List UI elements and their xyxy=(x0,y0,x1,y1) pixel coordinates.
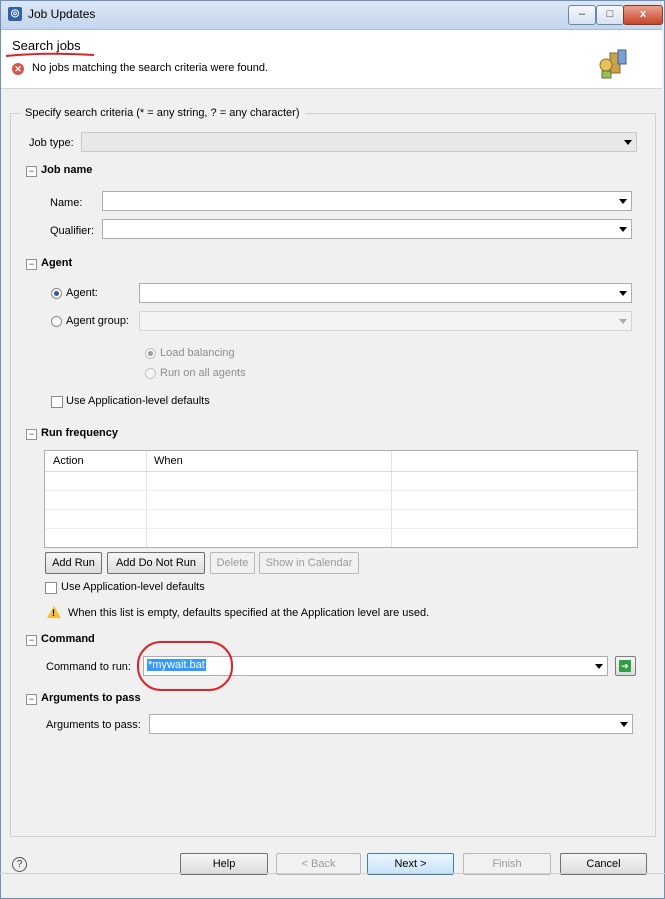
collapse-icon[interactable]: − xyxy=(26,635,37,646)
minimize-button[interactable]: – xyxy=(568,5,596,25)
cancel-button[interactable]: Cancel xyxy=(560,853,647,875)
chevron-down-icon xyxy=(619,227,627,232)
run-on-all-agents-radio[interactable] xyxy=(145,368,156,379)
name-combo[interactable] xyxy=(102,191,632,211)
arguments-label: Arguments to pass: xyxy=(46,719,141,731)
help-button[interactable]: Help xyxy=(180,853,268,875)
close-button[interactable]: x xyxy=(623,5,663,25)
column-divider xyxy=(391,451,392,547)
page-title: Search jobs xyxy=(12,38,81,53)
show-in-calendar-button[interactable]: Show in Calendar xyxy=(259,552,359,574)
run-frequency-section-title: Run frequency xyxy=(41,427,119,439)
finish-button[interactable]: Finish xyxy=(463,853,551,875)
add-run-button[interactable]: Add Run xyxy=(45,552,102,574)
chevron-down-icon xyxy=(619,199,627,204)
command-section-title: Command xyxy=(41,633,95,645)
wizard-header xyxy=(1,30,662,89)
agent-app-defaults-label: Use Application-level defaults xyxy=(66,395,210,407)
table-row xyxy=(45,490,637,491)
back-button[interactable]: < Back xyxy=(276,853,361,875)
collapse-icon[interactable]: − xyxy=(26,259,37,270)
command-label: Command to run: xyxy=(46,661,131,673)
chevron-down-icon xyxy=(624,140,632,145)
column-divider xyxy=(146,451,147,547)
run-app-defaults-label: Use Application-level defaults xyxy=(61,581,205,593)
table-row xyxy=(45,528,637,529)
chevron-down-icon xyxy=(619,319,627,324)
run-frequency-table[interactable]: Action When xyxy=(44,450,638,548)
agent-section-title: Agent xyxy=(41,257,73,269)
run-app-defaults-checkbox[interactable] xyxy=(45,582,57,594)
job-name-section-title: Job name xyxy=(41,164,93,176)
chevron-down-icon xyxy=(595,664,603,669)
qualifier-label: Qualifier: xyxy=(50,225,95,237)
arguments-combo[interactable] xyxy=(149,714,633,734)
table-row xyxy=(45,509,637,510)
browse-command-button[interactable]: ➔ xyxy=(615,656,636,676)
agent-group-radio[interactable] xyxy=(51,316,62,327)
app-icon: ◎ xyxy=(8,7,22,21)
run-on-all-agents-label: Run on all agents xyxy=(160,367,246,379)
title-bar[interactable] xyxy=(1,1,662,30)
qualifier-combo[interactable] xyxy=(102,219,632,239)
agent-group-combo[interactable] xyxy=(139,311,632,331)
name-label: Name: xyxy=(50,197,83,209)
header-divider xyxy=(45,471,637,472)
help-icon[interactable]: ? xyxy=(12,857,27,872)
search-criteria-legend: Specify search criteria (* = any string,… xyxy=(20,107,305,119)
window-title: Job Updates xyxy=(28,7,96,21)
title-underline-annotation xyxy=(5,52,95,57)
chevron-down-icon xyxy=(620,722,628,727)
column-header-action[interactable]: Action xyxy=(45,451,146,471)
delete-button[interactable]: Delete xyxy=(210,552,255,574)
load-balancing-label: Load balancing xyxy=(160,347,235,359)
add-do-not-run-button[interactable]: Add Do Not Run xyxy=(107,552,205,574)
agent-group-radio-label: Agent group: xyxy=(66,315,129,327)
agent-radio-label: Agent: xyxy=(66,287,98,299)
footer-divider xyxy=(0,873,665,874)
arrow-right-icon: ➔ xyxy=(619,660,631,672)
run-frequency-warning: When this list is empty, defaults specif… xyxy=(68,607,430,619)
command-highlight-annotation xyxy=(137,641,233,691)
collapse-icon[interactable]: − xyxy=(26,694,37,705)
job-type-label: Job type: xyxy=(29,137,74,149)
arguments-section-title: Arguments to pass xyxy=(41,692,141,704)
error-message: No jobs matching the search criteria wer… xyxy=(32,62,269,74)
warning-icon-mark: ! xyxy=(52,608,55,618)
column-header-when[interactable]: When xyxy=(146,451,391,471)
agent-app-defaults-checkbox[interactable] xyxy=(51,396,63,408)
chevron-down-icon xyxy=(619,291,627,296)
load-balancing-radio[interactable] xyxy=(145,348,156,359)
error-icon: ✕ xyxy=(12,63,24,75)
maximize-button[interactable]: □ xyxy=(596,5,624,25)
job-type-combo[interactable] xyxy=(81,132,637,152)
collapse-icon[interactable]: − xyxy=(26,166,37,177)
job-search-wizard-icon xyxy=(599,49,627,79)
agent-radio[interactable] xyxy=(51,288,62,299)
column-header-extra[interactable] xyxy=(391,451,637,471)
collapse-icon[interactable]: − xyxy=(26,429,37,440)
next-button[interactable]: Next > xyxy=(367,853,454,875)
agent-combo[interactable] xyxy=(139,283,632,303)
